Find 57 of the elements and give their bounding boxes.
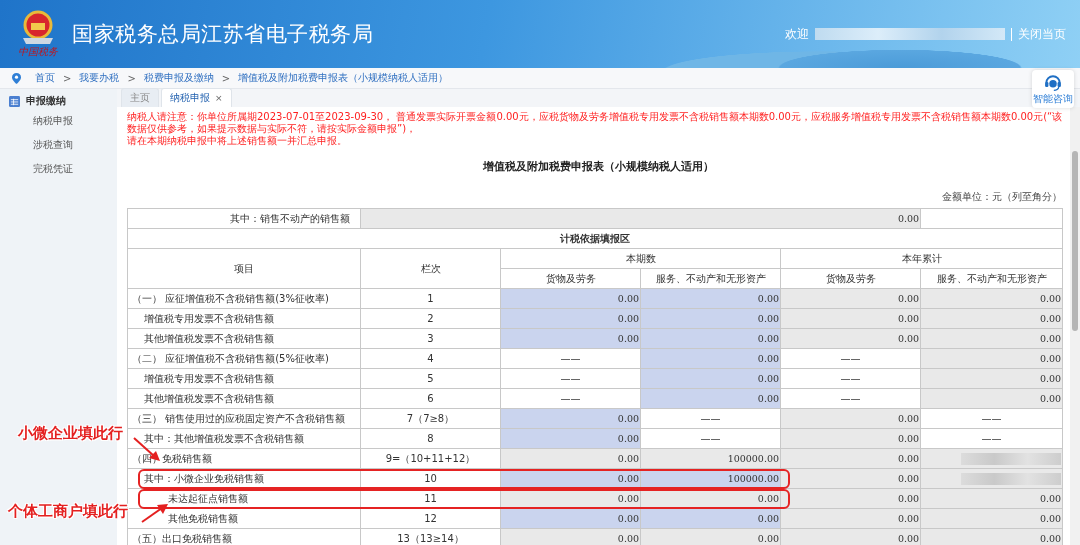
table-cell: 7（7≥8） <box>360 408 501 429</box>
breadcrumb-separator: > <box>221 72 231 84</box>
table-cell: 8 <box>360 428 501 449</box>
column-header: 项目 <box>127 248 361 289</box>
headset-icon <box>1043 72 1063 92</box>
table-cell: 9=（10+11+12） <box>360 448 501 469</box>
table-cell: 0.00 <box>360 208 921 229</box>
unit-text: 金额单位：元（列至角分） <box>941 190 1062 204</box>
breadcrumb-link[interactable]: 税费申报及缴纳 <box>143 71 214 85</box>
scrollbar[interactable] <box>1070 107 1080 545</box>
welcome-text: 欢迎 <box>785 25 809 43</box>
table-cell: 1 <box>360 288 501 309</box>
breadcrumb-separator: > <box>63 72 72 84</box>
breadcrumb-link[interactable]: 我要办税 <box>79 71 120 85</box>
table-cell: 2 <box>360 308 501 329</box>
table-cell: 其他增值税发票不含税销售额 <box>127 388 361 409</box>
section-heading: 计税依据填报区 <box>127 228 1063 249</box>
table-cell: 其中：销售不动产的销售额 <box>127 208 361 229</box>
sidebar-item[interactable]: 纳税申报 <box>0 109 117 133</box>
breadcrumb-separator: > <box>127 72 136 84</box>
notice-text: 请在本期纳税申报中将上述销售额一并汇总申报。 <box>127 135 348 147</box>
location-pin-icon <box>12 72 21 84</box>
notice-text: 纳税人请注意：你单位所属期2023-07-01至2023-09-30， 普通发票实际开票金额0.00元，应税货物及劳务增值税专用发票不含税销售额本期数0.00元，应税服务增值税专用发票不含税销售额本期数0.00元(“该数据仅供参考，如果提示数据与实际不符，请按实际金额申报”)， <box>127 111 1064 135</box>
table-cell: 其中：其他增值税发票不含税销售额 <box>127 428 361 449</box>
sidebar-title: 申报缴纳 <box>26 94 66 108</box>
logo-text: 中国税务 <box>18 46 58 58</box>
table-cell: 其他免税销售额 <box>127 508 361 529</box>
breadcrumb-link[interactable]: 首页 <box>35 71 55 85</box>
table-cell: 6 <box>360 388 501 409</box>
column-header: 栏次 <box>360 248 501 289</box>
table-cell: （三） 销售使用过的应税固定资产不含税销售额 <box>127 408 361 429</box>
table-cell: 3 <box>360 328 501 349</box>
table-cell: （二） 应征增值税不含税销售额(5%征收率) <box>127 348 361 369</box>
table-cell: 5 <box>360 368 501 389</box>
site-title: 国家税务总局江苏省电子税务局 <box>72 21 373 48</box>
table-cell: 增值税专用发票不含税销售额 <box>127 308 361 329</box>
table-cell: （一） 应征增值税不含税销售额(3%征收率) <box>127 288 361 309</box>
table-cell: 4 <box>360 348 501 369</box>
column-header: 货物及劳务 <box>500 268 641 289</box>
table-cell: 其他增值税发票不含税销售额 <box>127 328 361 349</box>
sidebar-item[interactable]: 涉税查询 <box>0 133 117 157</box>
breadcrumb-link[interactable]: 增值税及附加税费申报表（小规模纳税人适用） <box>238 71 449 85</box>
callout-text: 个体工商户填此行 <box>8 502 128 521</box>
tab[interactable]: 纳税申报 × <box>161 88 232 107</box>
table-cell: 12 <box>360 508 501 529</box>
callout-text: 小微企业填此行 <box>18 424 123 443</box>
column-header: 服务、不动产和无形资产 <box>640 268 781 289</box>
assistant-button[interactable]: 智能咨询 <box>1032 70 1074 108</box>
form-title: 增值税及附加税费申报表（小规模纳税人适用） <box>482 159 715 174</box>
column-header: 本期数 <box>500 248 781 269</box>
sidebar-item[interactable]: 完税凭证 <box>0 157 117 181</box>
column-header: 本年累计 <box>780 248 1063 269</box>
table-icon <box>9 95 20 107</box>
column-header: 服务、不动产和无形资产 <box>920 268 1063 289</box>
table-cell: 增值税专用发票不含税销售额 <box>127 368 361 389</box>
column-header: 货物及劳务 <box>780 268 921 289</box>
table-cell: （五）出口免税销售额 <box>127 528 361 545</box>
